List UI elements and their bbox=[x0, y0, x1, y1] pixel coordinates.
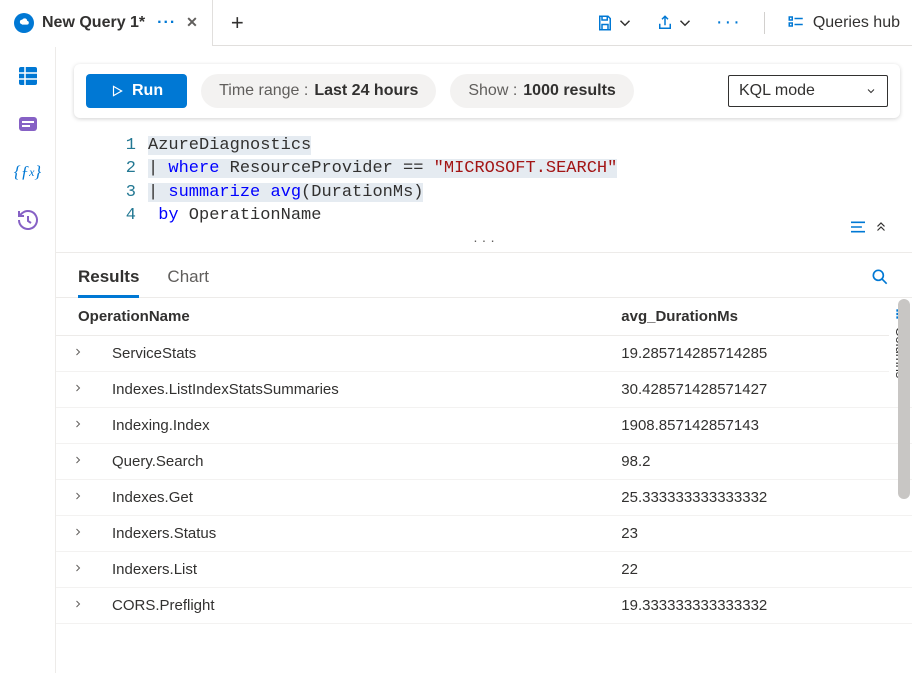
cell-avg: 25.333333333333332 bbox=[609, 479, 912, 515]
table-row[interactable]: Query.Search98.2 bbox=[56, 443, 912, 479]
mode-value: KQL mode bbox=[739, 82, 815, 100]
rail-queries-icon[interactable] bbox=[16, 112, 40, 136]
results-pane: Results Chart OperationName avg_Duration… bbox=[56, 252, 912, 673]
mode-select[interactable]: KQL mode bbox=[728, 75, 888, 107]
table-row[interactable]: Indexers.List22 bbox=[56, 551, 912, 587]
cell-avg: 30.428571428571427 bbox=[609, 371, 912, 407]
expand-row-icon[interactable] bbox=[56, 587, 100, 623]
share-button[interactable] bbox=[656, 14, 694, 32]
expand-row-icon[interactable] bbox=[56, 515, 100, 551]
expand-row-icon[interactable] bbox=[56, 551, 100, 587]
cell-avg: 1908.857142857143 bbox=[609, 407, 912, 443]
table-row[interactable]: ServiceStats19.285714285714285 bbox=[56, 335, 912, 371]
query-tab-title: New Query 1* bbox=[42, 14, 145, 32]
cell-operation: CORS.Preflight bbox=[100, 587, 609, 623]
more-actions-button[interactable]: ··· bbox=[716, 11, 742, 34]
cell-operation: Query.Search bbox=[100, 443, 609, 479]
table-row[interactable]: CORS.Preflight19.333333333333332 bbox=[56, 587, 912, 623]
cell-operation: ServiceStats bbox=[100, 335, 609, 371]
time-range-value: Last 24 hours bbox=[314, 82, 418, 100]
cell-avg: 22 bbox=[609, 551, 912, 587]
pane-resize-grip[interactable]: · · · bbox=[56, 228, 912, 250]
search-results-icon[interactable] bbox=[870, 267, 890, 290]
cell-operation: Indexes.Get bbox=[100, 479, 609, 515]
show-value: 1000 results bbox=[523, 82, 616, 100]
cell-operation: Indexes.ListIndexStatsSummaries bbox=[100, 371, 609, 407]
column-header-avg[interactable]: avg_DurationMs bbox=[609, 298, 912, 336]
expand-row-icon[interactable] bbox=[56, 335, 100, 371]
table-row[interactable]: Indexes.Get25.333333333333332 bbox=[56, 479, 912, 515]
queries-hub-button[interactable]: Queries hub bbox=[787, 14, 900, 32]
expand-row-icon[interactable] bbox=[56, 443, 100, 479]
vertical-scrollbar[interactable] bbox=[898, 299, 910, 673]
tab-results[interactable]: Results bbox=[78, 261, 139, 297]
cell-avg: 23 bbox=[609, 515, 912, 551]
line-number: 2 bbox=[122, 157, 148, 180]
time-range-pill[interactable]: Time range : Last 24 hours bbox=[201, 74, 436, 108]
rail-tables-icon[interactable] bbox=[16, 64, 40, 88]
topbar-actions: ··· Queries hub bbox=[596, 11, 900, 34]
tabs-area: New Query 1* ··· ✕ + bbox=[0, 0, 262, 46]
line-number: 1 bbox=[122, 134, 148, 157]
side-rail: {ƒx} bbox=[0, 46, 56, 673]
table-row[interactable]: Indexing.Index1908.857142857143 bbox=[56, 407, 912, 443]
tab-more-icon[interactable]: ··· bbox=[153, 14, 176, 32]
scrollbar-thumb[interactable] bbox=[898, 299, 910, 499]
expand-row-icon[interactable] bbox=[56, 407, 100, 443]
rail-functions-icon[interactable]: {ƒx} bbox=[16, 160, 40, 184]
rail-history-icon[interactable] bbox=[16, 208, 40, 232]
cell-avg: 19.285714285714285 bbox=[609, 335, 912, 371]
show-results-pill[interactable]: Show : 1000 results bbox=[450, 74, 633, 108]
line-number: 4 bbox=[122, 204, 148, 227]
queries-hub-label: Queries hub bbox=[813, 14, 900, 32]
run-label: Run bbox=[132, 82, 163, 100]
log-analytics-icon bbox=[14, 13, 34, 33]
save-button[interactable] bbox=[596, 14, 634, 32]
cell-operation: Indexers.List bbox=[100, 551, 609, 587]
cell-avg: 19.333333333333332 bbox=[609, 587, 912, 623]
table-row[interactable]: Indexes.ListIndexStatsSummaries30.428571… bbox=[56, 371, 912, 407]
show-label: Show : bbox=[468, 82, 517, 100]
column-header-operation[interactable]: OperationName bbox=[56, 298, 609, 336]
cell-operation: Indexers.Status bbox=[100, 515, 609, 551]
expand-row-icon[interactable] bbox=[56, 479, 100, 515]
cell-operation: Indexing.Index bbox=[100, 407, 609, 443]
query-toolbar: Run Time range : Last 24 hours Show : 10… bbox=[74, 64, 900, 118]
grip-icon: · · · bbox=[473, 232, 495, 248]
tab-close-icon[interactable]: ✕ bbox=[184, 14, 198, 31]
run-button[interactable]: Run bbox=[86, 74, 187, 108]
separator bbox=[764, 12, 765, 34]
tab-chart[interactable]: Chart bbox=[167, 261, 209, 297]
expand-row-icon[interactable] bbox=[56, 371, 100, 407]
format-collapse-icon[interactable] bbox=[848, 220, 888, 234]
new-tab-button[interactable]: + bbox=[213, 10, 262, 36]
code-editor[interactable]: 1 AzureDiagnostics 2 | where ResourcePro… bbox=[122, 134, 912, 228]
cell-avg: 98.2 bbox=[609, 443, 912, 479]
table-row[interactable]: Indexers.Status23 bbox=[56, 515, 912, 551]
line-number: 3 bbox=[122, 181, 148, 204]
top-bar: New Query 1* ··· ✕ + ··· Queries hub bbox=[0, 0, 912, 46]
query-tab[interactable]: New Query 1* ··· ✕ bbox=[0, 0, 213, 46]
results-table: OperationName avg_DurationMs ServiceStat… bbox=[56, 298, 912, 624]
results-tab-bar: Results Chart bbox=[56, 253, 912, 298]
time-range-label: Time range : bbox=[219, 82, 308, 100]
